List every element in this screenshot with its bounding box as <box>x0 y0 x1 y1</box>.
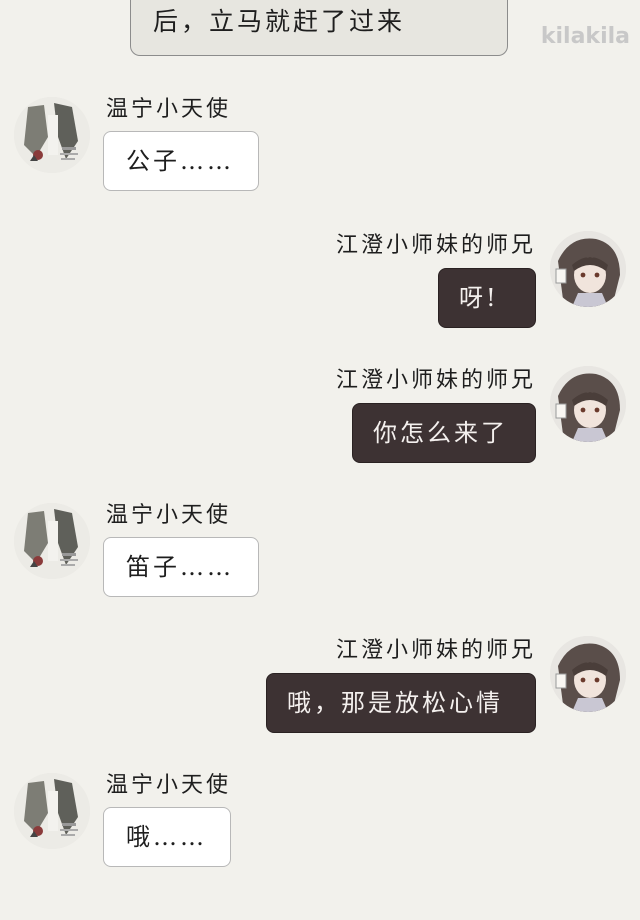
sender-name: 温宁小天使 <box>106 503 232 528</box>
avatar-jiangcheng-shixiong-image <box>550 231 626 307</box>
sender-name: 温宁小天使 <box>106 97 232 122</box>
avatar-jiangcheng-shixiong[interactable] <box>550 366 626 442</box>
message-row: 温宁小天使 公子…… <box>0 97 640 217</box>
sender-name: 温宁小天使 <box>106 773 232 798</box>
message-bubble[interactable]: 公子…… <box>103 131 259 191</box>
message-bubble[interactable]: 哦，那是放松心情 <box>266 673 536 733</box>
message-bubble[interactable]: 哦…… <box>103 807 231 867</box>
avatar-jiangcheng-shixiong-image <box>550 366 626 442</box>
avatar-jiangcheng-shixiong-image <box>550 636 626 712</box>
avatar-wenning-image <box>14 773 90 849</box>
sender-name: 江澄小师妹的师兄 <box>335 368 536 393</box>
chat-screen: 后，立马就赶了过来 kilakila 温宁小天使 公子…… 江澄小师妹的师兄 呀… <box>0 0 640 920</box>
message-bubble[interactable]: 你怎么来了 <box>352 403 536 463</box>
message-row: 江澄小师妹的师兄 你怎么来了 <box>0 366 640 486</box>
message-bubble[interactable]: 笛子…… <box>103 537 259 597</box>
message-bubble[interactable]: 呀! <box>438 268 536 328</box>
avatar-wenning[interactable] <box>14 773 90 849</box>
avatar-jiangcheng-shixiong[interactable] <box>550 231 626 307</box>
sender-name: 江澄小师妹的师兄 <box>335 233 536 258</box>
message-row: 江澄小师妹的师兄 哦，那是放松心情 <box>0 636 640 756</box>
message-row: 温宁小天使 哦…… <box>0 773 640 893</box>
sender-name: 江澄小师妹的师兄 <box>335 638 536 663</box>
narration-box: 后，立马就赶了过来 <box>130 0 508 56</box>
avatar-wenning-image <box>14 97 90 173</box>
watermark-logo: kilakila <box>540 24 630 49</box>
avatar-wenning[interactable] <box>14 503 90 579</box>
avatar-wenning-image <box>14 503 90 579</box>
avatar-wenning[interactable] <box>14 97 90 173</box>
avatar-jiangcheng-shixiong[interactable] <box>550 636 626 712</box>
message-row: 温宁小天使 笛子…… <box>0 503 640 623</box>
narration-text: 后，立马就赶了过来 <box>153 7 406 36</box>
message-row: 江澄小师妹的师兄 呀! <box>0 231 640 351</box>
